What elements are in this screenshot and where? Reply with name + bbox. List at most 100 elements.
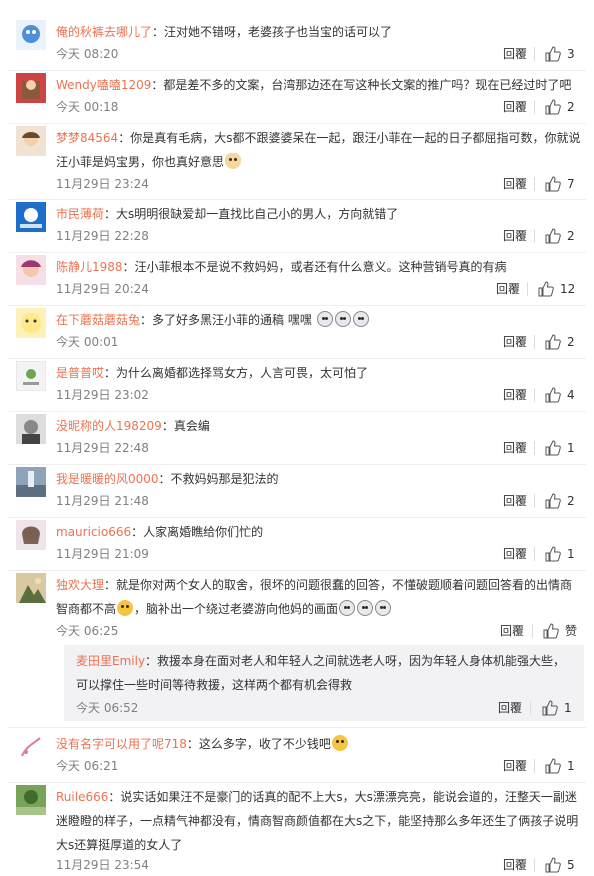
crying-emoji-icon xyxy=(316,311,333,327)
reply-button[interactable]: 回覆 xyxy=(500,623,524,639)
username-link[interactable]: 没有名字可以用了呢718 xyxy=(56,737,187,751)
avatar[interactable] xyxy=(16,732,46,762)
reply-button[interactable]: 回覆 xyxy=(503,758,527,774)
like-button[interactable]: 2 xyxy=(545,493,575,509)
comment-item: 在下蘑菇蘑菇兔：多了好多黑汪小菲的通稿 嘿嘿 今天 00:01 回覆 2 xyxy=(8,308,586,352)
comment-text: 梦梦84564：你是真有毛病，大s都不跟婆婆呆在一起，跟汪小菲在一起的日子都屈指… xyxy=(56,126,582,174)
comment-body: ：都是差不多的文案，台湾那边还在写这种长文案的推广吗？现在已经过时了吧 xyxy=(151,78,572,92)
username-link[interactable]: Ruile666 xyxy=(56,790,108,804)
username-link[interactable]: 是普普哎 xyxy=(56,366,104,380)
like-button[interactable]: 4 xyxy=(545,387,575,403)
comment-text: mauricio666：人家离婚瞧给你们忙的 xyxy=(56,520,582,544)
comment-text: 俺的秋裤去哪儿了：汪对她不错呀，老婆孩子也当宝的话可以了 xyxy=(56,20,582,44)
like-button[interactable]: 7 xyxy=(545,176,575,192)
avatar[interactable] xyxy=(16,255,46,285)
thumbs-up-icon xyxy=(545,546,561,562)
username-link[interactable]: 没昵称的人198209 xyxy=(56,419,162,433)
username-link[interactable]: mauricio666 xyxy=(56,525,131,539)
comment-time: 今天 08:20 xyxy=(56,47,119,61)
action-divider xyxy=(534,494,535,508)
action-divider xyxy=(534,388,535,402)
comment-body: ：人家离婚瞧给你们忙的 xyxy=(131,525,264,539)
reply-time: 今天 06:52 xyxy=(76,701,139,715)
thumbs-up-icon xyxy=(545,46,561,62)
like-button[interactable]: 1 xyxy=(542,700,572,716)
reply-button[interactable]: 回覆 xyxy=(503,99,527,115)
reply-button[interactable]: 回覆 xyxy=(503,857,527,873)
username-link[interactable]: 梦梦84564 xyxy=(56,131,118,145)
comment-item: 陈静儿1988：汪小菲根本不是说不救妈妈，或者还有什么意义。这种营销号真的有病 … xyxy=(8,255,586,299)
reply-button[interactable]: 回覆 xyxy=(498,700,522,716)
comment-item: 俺的秋裤去哪儿了：汪对她不错呀，老婆孩子也当宝的话可以了 今天 08:20 回覆… xyxy=(8,20,586,64)
avatar[interactable] xyxy=(16,126,46,156)
comment-time: 11月29日 21:48 xyxy=(56,494,149,508)
like-button[interactable]: 2 xyxy=(545,334,575,350)
action-divider xyxy=(527,282,528,296)
like-count: 2 xyxy=(567,494,575,508)
comment-text: 我是暖暖的风0000：不救妈妈那是犯法的 xyxy=(56,467,582,491)
reply-button[interactable]: 回覆 xyxy=(496,281,520,297)
like-button[interactable]: 1 xyxy=(545,546,575,562)
avatar[interactable] xyxy=(16,202,46,232)
comment-body: ：大s明明很缺爱却一直找比自己小的男人，方向就错了 xyxy=(104,207,399,221)
avatar[interactable] xyxy=(16,361,46,391)
reply-button[interactable]: 回覆 xyxy=(503,493,527,509)
thumbs-up-icon xyxy=(545,440,561,456)
like-count: 3 xyxy=(567,47,575,61)
like-button[interactable]: 1 xyxy=(545,758,575,774)
like-button[interactable]: 1 xyxy=(545,440,575,456)
comment-body: ：不救妈妈那是犯法的 xyxy=(158,472,279,486)
username-link[interactable]: 我是暖暖的风0000 xyxy=(56,472,159,486)
avatar[interactable] xyxy=(16,414,46,444)
avatar[interactable] xyxy=(16,785,46,815)
username-link[interactable]: 市民薄荷 xyxy=(56,207,104,221)
comment-body: ：为什么离婚都选择骂女方，人言可畏，太可怕了 xyxy=(104,366,369,380)
thumbs-up-icon xyxy=(543,623,559,639)
reply-button[interactable]: 回覆 xyxy=(503,334,527,350)
like-count: 1 xyxy=(567,759,575,773)
comment-time: 11月29日 22:28 xyxy=(56,229,149,243)
like-button[interactable]: 5 xyxy=(545,857,575,873)
comment-body: ：这么多字，收了不少钱吧 xyxy=(186,737,331,751)
action-divider xyxy=(534,759,535,773)
action-divider xyxy=(534,547,535,561)
thumbs-up-icon xyxy=(545,387,561,403)
reply-button[interactable]: 回覆 xyxy=(503,228,527,244)
like-count: 赞 xyxy=(565,624,578,638)
reply-button[interactable]: 回覆 xyxy=(503,440,527,456)
like-button[interactable]: 12 xyxy=(538,281,575,297)
like-button[interactable]: 2 xyxy=(545,228,575,244)
comment-text: Wendy嗑嗑1209：都是差不多的文案，台湾那边还在写这种长文案的推广吗？现在… xyxy=(56,73,582,97)
reply-button[interactable]: 回覆 xyxy=(503,546,527,562)
avatar[interactable] xyxy=(16,573,46,603)
crying-emoji-icon xyxy=(334,311,351,327)
username-link[interactable]: 俺的秋裤去哪儿了 xyxy=(56,25,152,39)
username-link[interactable]: 在下蘑菇蘑菇兔 xyxy=(56,313,140,327)
avatar[interactable] xyxy=(16,520,46,550)
comment-body: ：你是真有毛病，大s都不跟婆婆呆在一起，跟汪小菲在一起的日子都屈指可数，你就说汪… xyxy=(56,131,581,169)
like-button[interactable]: 3 xyxy=(545,46,575,62)
avatar[interactable] xyxy=(16,73,46,103)
username-link[interactable]: 麦田里Emily xyxy=(76,654,145,668)
comment-item: 是普普哎：为什么离婚都选择骂女方，人言可畏，太可怕了 11月29日 23:02 … xyxy=(8,361,586,405)
username-link[interactable]: Wendy嗑嗑1209 xyxy=(56,78,151,92)
username-link[interactable]: 陈静儿1988 xyxy=(56,260,123,274)
avatar[interactable] xyxy=(16,20,46,50)
action-divider xyxy=(530,701,531,715)
divider xyxy=(8,727,586,728)
comment-body: ：多了好多黑汪小菲的通稿 嘿嘿 xyxy=(140,313,312,327)
reply-button[interactable]: 回覆 xyxy=(503,387,527,403)
avatar[interactable] xyxy=(16,308,46,338)
action-divider xyxy=(534,335,535,349)
like-button[interactable]: 赞 xyxy=(543,623,577,639)
divider xyxy=(8,464,586,465)
comment-body-continued: ，脑补出一个绕过老婆游向他妈的画面 xyxy=(134,602,339,616)
like-count: 4 xyxy=(567,388,575,402)
reply-button[interactable]: 回覆 xyxy=(503,176,527,192)
comment-item: Ruile666：说实话如果汪不是豪门的话真的配不上大s，大s漂漂亮亮，能说会道… xyxy=(8,785,586,876)
like-button[interactable]: 2 xyxy=(545,99,575,115)
avatar[interactable] xyxy=(16,467,46,497)
divider xyxy=(8,411,586,412)
username-link[interactable]: 独欢大理 xyxy=(56,578,104,592)
reply-button[interactable]: 回覆 xyxy=(503,46,527,62)
